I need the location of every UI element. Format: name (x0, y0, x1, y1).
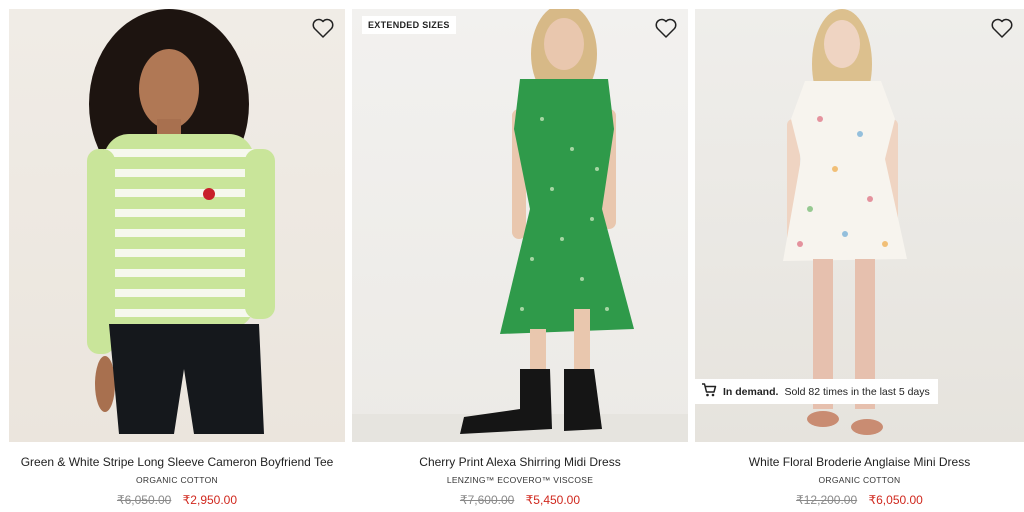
in-demand-banner: In demand. Sold 82 times in the last 5 d… (695, 379, 938, 404)
sale-price: ₹6,050.00 (868, 493, 923, 507)
product-material: ORGANIC COTTON (818, 475, 901, 485)
wishlist-heart-icon[interactable] (311, 17, 335, 39)
in-demand-text: Sold 82 times in the last 5 days (784, 385, 930, 398)
sale-price: ₹2,950.00 (182, 493, 238, 507)
product-photo-white-floral-dress (783, 9, 907, 435)
in-demand-label: In demand. (723, 385, 779, 398)
product-title[interactable]: Cherry Print Alexa Shirring Midi Dress (352, 455, 688, 469)
extended-sizes-badge: EXTENDED SIZES (362, 16, 456, 34)
price-row: ₹12,200.00 ₹6,050.00 (695, 493, 1024, 507)
product-image[interactable]: EXTENDED SIZES (352, 9, 688, 442)
product-image[interactable]: In demand. Sold 82 times in the last 5 d… (695, 9, 1024, 442)
product-card[interactable]: In demand. Sold 82 times in the last 5 d… (695, 9, 1024, 509)
product-info: White Floral Broderie Anglaise Mini Dres… (695, 455, 1024, 507)
original-price: ₹7,600.00 (459, 493, 515, 507)
wishlist-heart-icon[interactable] (990, 17, 1014, 39)
product-photo-striped-tee (87, 9, 275, 434)
price-row: ₹6,050.00 ₹2,950.00 (9, 493, 345, 507)
sale-price: ₹5,450.00 (525, 493, 581, 507)
product-material: ORGANIC COTTON (136, 475, 218, 485)
price-row: ₹7,600.00 ₹5,450.00 (352, 493, 688, 507)
product-card[interactable]: EXTENDED SIZES Cherry Print Alexa Shirri… (352, 9, 688, 509)
product-info: Green & White Stripe Long Sleeve Cameron… (9, 455, 345, 507)
product-title[interactable]: White Floral Broderie Anglaise Mini Dres… (695, 455, 1024, 469)
product-card[interactable]: Green & White Stripe Long Sleeve Cameron… (9, 9, 345, 509)
product-photo-green-midi-dress (352, 9, 688, 442)
wishlist-heart-icon[interactable] (654, 17, 678, 39)
product-image[interactable] (9, 9, 345, 442)
product-title[interactable]: Green & White Stripe Long Sleeve Cameron… (9, 455, 345, 469)
product-info: Cherry Print Alexa Shirring Midi Dress L… (352, 455, 688, 507)
cart-icon (701, 383, 717, 400)
original-price: ₹6,050.00 (116, 493, 172, 507)
original-price: ₹12,200.00 (796, 493, 858, 507)
product-grid: Green & White Stripe Long Sleeve Cameron… (0, 0, 1024, 512)
product-material: LENZING™ ECOVERO™ VISCOSE (446, 475, 594, 485)
